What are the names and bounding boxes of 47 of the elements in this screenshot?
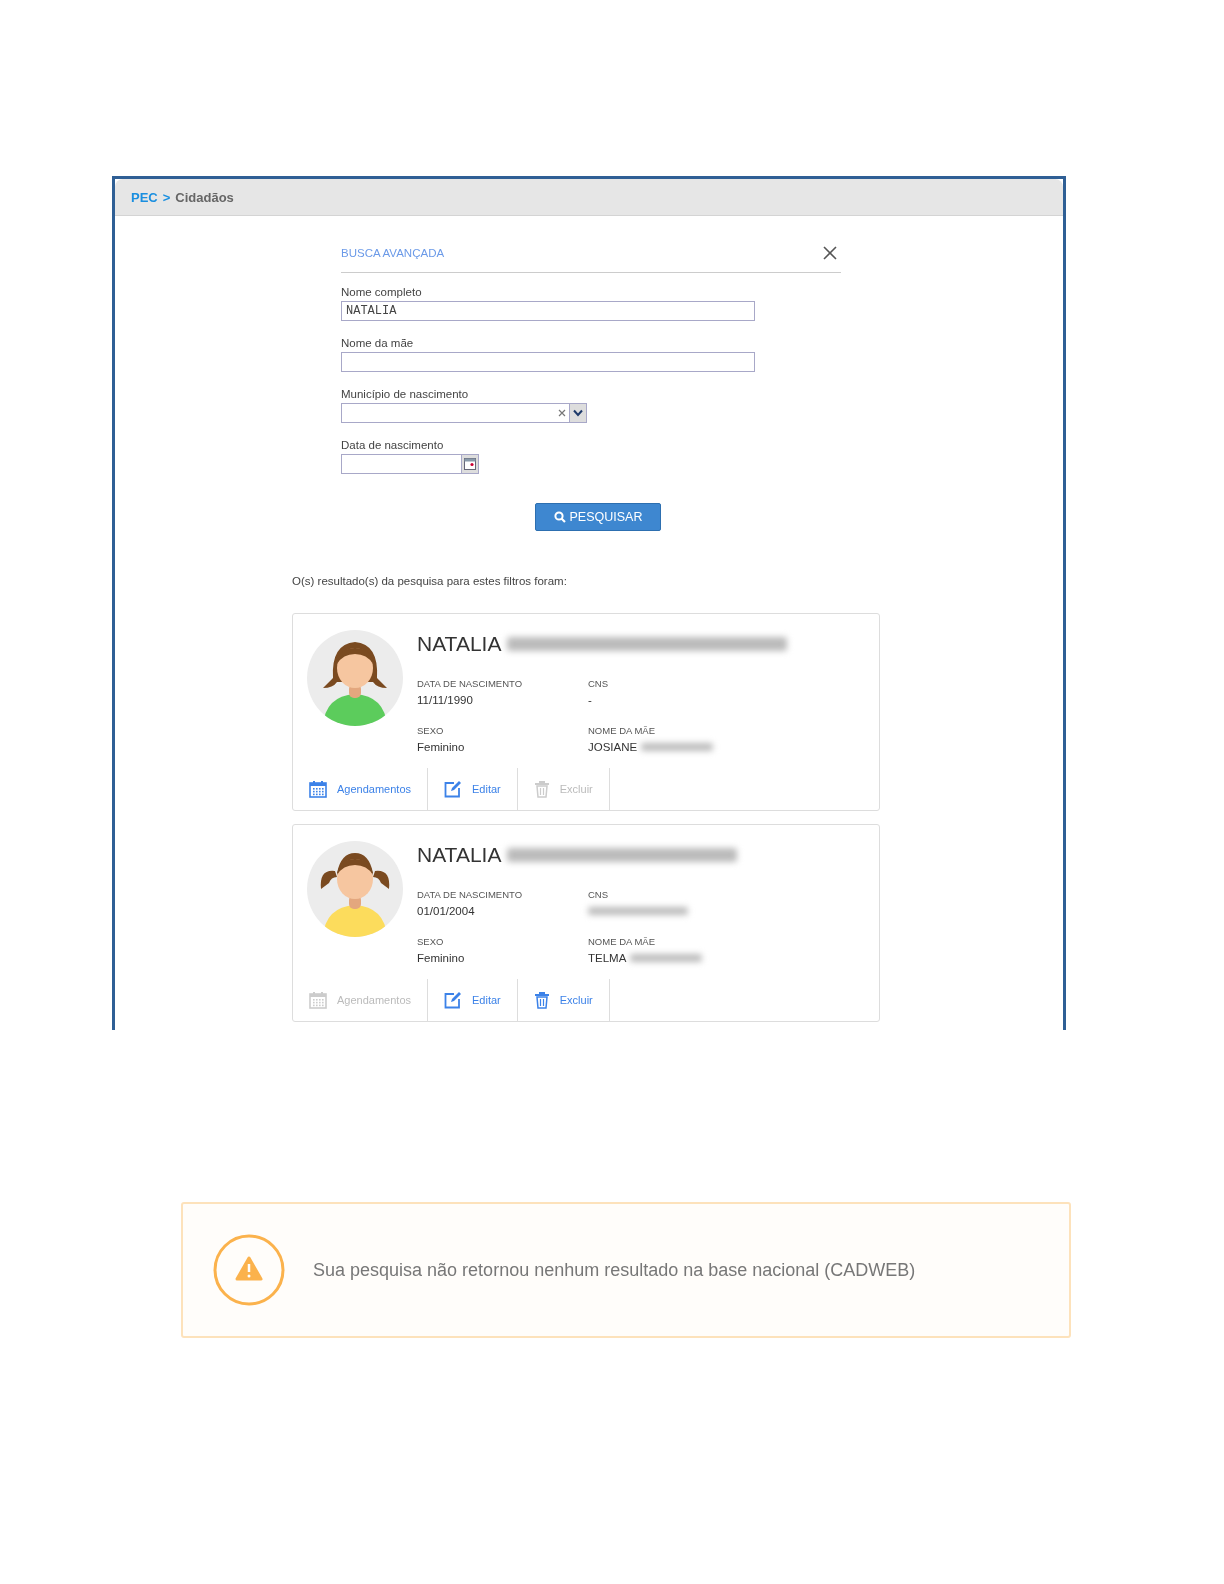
breadcrumb-link[interactable]: PEC [131, 189, 158, 205]
text-field[interactable] [341, 352, 755, 372]
field-label: Data de nascimento [341, 439, 445, 451]
detail-label: NOME DA MÃE [588, 725, 657, 736]
detail-label: CNS [588, 678, 610, 689]
detail-label: SEXO [417, 936, 445, 947]
citizen-name: NATALIA [417, 632, 502, 656]
caret-icon[interactable] [573, 409, 583, 417]
detail-label: CNS [588, 889, 610, 900]
trash-icon [533, 780, 550, 798]
detail-value: TELMA [588, 952, 627, 964]
breadcrumb-separator: > [162, 189, 171, 205]
field-label: Nome completo [341, 286, 423, 298]
detail-value: 01/01/2004 [417, 905, 475, 917]
search-icon [553, 511, 566, 523]
breadcrumb-current: Cidadãos [175, 189, 234, 205]
action-button[interactable]: Editar [428, 768, 518, 810]
action-button[interactable]: Excluir [517, 979, 610, 1021]
search-button[interactable]: PESQUISAR [535, 503, 661, 531]
action-button[interactable]: Agendamentos [293, 768, 428, 810]
action-button[interactable]: Editar [428, 979, 518, 1021]
results-caption: O(s) resultado(s) da pesquisa para estes filtros foram: [292, 575, 568, 587]
warning-icon [213, 1234, 285, 1306]
calendar-icon [309, 780, 327, 798]
calendar-icon[interactable] [464, 458, 476, 470]
detail-value: JOSIANE [588, 741, 638, 753]
detail-value: 11/11/1990 [417, 694, 473, 706]
edit-icon [444, 991, 462, 1009]
detail-value: Feminino [417, 741, 465, 753]
alert-message: Sua pesquisa não retornou nenhum resultado na base nacional (CADWEB) [313, 1259, 916, 1281]
field-label: Nome da mãe [341, 337, 415, 349]
trash-icon [533, 991, 550, 1009]
date-field[interactable] [341, 454, 479, 474]
calendar-icon [309, 991, 327, 1009]
detail-value: - [588, 694, 592, 706]
panel-title: BUSCA AVANÇADA [341, 247, 445, 259]
detail-label: DATA DE NASCIMENTO [417, 678, 524, 689]
text-field[interactable]: NATALIA [341, 301, 755, 321]
edit-icon [444, 780, 462, 798]
detail-value: Feminino [417, 952, 465, 964]
detail-label: DATA DE NASCIMENTO [417, 889, 524, 900]
detail-label: SEXO [417, 725, 445, 736]
citizen-name: NATALIA [417, 843, 502, 867]
field-label: Município de nascimento [341, 388, 470, 400]
select-field[interactable] [341, 403, 587, 423]
detail-label: NOME DA MÃE [588, 936, 657, 947]
close-icon[interactable] [823, 246, 837, 260]
